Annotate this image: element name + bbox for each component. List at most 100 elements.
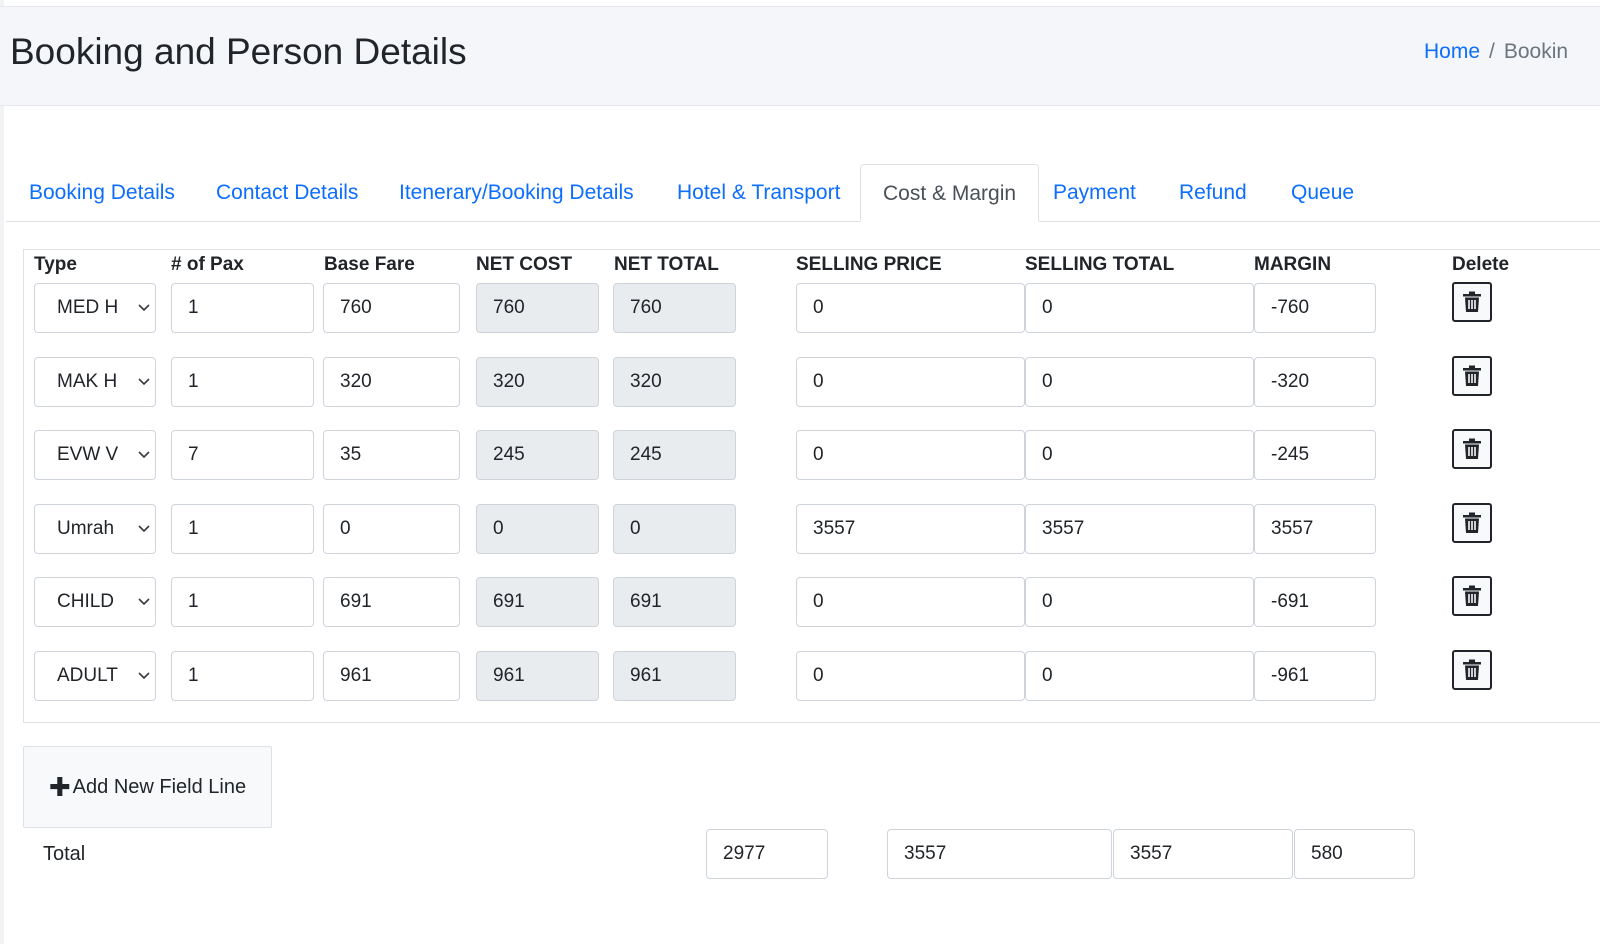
delete-row-button[interactable]	[1452, 649, 1492, 690]
breadcrumb: Home / Bookin	[1424, 40, 1568, 64]
net-cost-field[interactable]	[476, 356, 599, 407]
type-select[interactable]: MED H	[34, 283, 156, 333]
pax-field[interactable]	[171, 503, 314, 554]
selling-total-field[interactable]	[1025, 430, 1254, 480]
margin-field[interactable]	[1254, 356, 1376, 407]
tab-refund[interactable]: Refund	[1179, 164, 1247, 221]
tab-contact-details[interactable]: Contact Details	[216, 164, 358, 221]
net-cost-field[interactable]	[476, 283, 599, 333]
chevron-down-icon	[138, 377, 150, 385]
type-select[interactable]: MAK H	[34, 356, 156, 407]
pax-field[interactable]	[171, 650, 314, 701]
type-select[interactable]: ADULT	[34, 650, 156, 701]
tab-cost-margin[interactable]: Cost & Margin	[860, 164, 1040, 222]
column-header-type: Type	[34, 254, 77, 275]
selling-price-field[interactable]	[796, 356, 1025, 407]
selling-price-field[interactable]	[796, 430, 1025, 480]
selling-price-field[interactable]	[796, 503, 1025, 554]
type-select[interactable]: Umrah	[34, 503, 156, 554]
selling-price-field[interactable]	[796, 650, 1025, 701]
chevron-down-icon	[138, 304, 150, 312]
selling-total-field[interactable]	[1025, 356, 1254, 407]
column-header-margin: MARGIN	[1254, 254, 1332, 275]
total-selling-total-field[interactable]	[1113, 829, 1293, 879]
total-label: Total	[43, 843, 86, 865]
margin-field[interactable]	[1254, 577, 1376, 627]
delete-row-button[interactable]	[1452, 355, 1492, 396]
base-fare-field[interactable]	[323, 650, 460, 701]
delete-row-button[interactable]	[1452, 429, 1492, 469]
selling-total-field[interactable]	[1025, 503, 1254, 554]
trash-icon	[1463, 365, 1481, 386]
type-select-value: CHILD	[57, 591, 115, 612]
breadcrumb-current: Bookin	[1503, 40, 1569, 63]
chevron-down-icon	[138, 598, 150, 606]
breadcrumb-separator: /	[1489, 40, 1495, 63]
chevron-down-icon	[138, 524, 150, 532]
left-rail	[0, 0, 4, 944]
net-cost-field[interactable]	[476, 503, 599, 554]
delete-row-button[interactable]	[1452, 282, 1492, 322]
tab-bar: Booking Details Contact Details Itenerar…	[6, 164, 1600, 222]
column-header-selling-total: SELLING TOTAL	[1025, 254, 1175, 275]
selling-total-field[interactable]	[1025, 577, 1254, 627]
tab-queue[interactable]: Queue	[1291, 164, 1354, 221]
net-total-field[interactable]	[613, 503, 736, 554]
margin-field[interactable]	[1254, 650, 1376, 701]
trash-icon	[1463, 438, 1481, 459]
page-title: Booking and Person Details	[10, 31, 467, 72]
base-fare-field[interactable]	[323, 430, 460, 480]
base-fare-field[interactable]	[323, 356, 460, 407]
pax-field[interactable]	[171, 430, 314, 480]
pax-field[interactable]	[171, 577, 314, 627]
type-select[interactable]: CHILD	[34, 577, 156, 627]
selling-total-field[interactable]	[1025, 650, 1254, 701]
net-cost-field[interactable]	[476, 650, 599, 701]
breadcrumb-home-link[interactable]: Home	[1424, 40, 1480, 63]
column-header-base-fare: Base Fare	[324, 254, 415, 275]
delete-row-button[interactable]	[1452, 576, 1492, 616]
column-header-selling-price: SELLING PRICE	[796, 254, 942, 275]
type-select[interactable]: EVW Vi	[34, 430, 156, 480]
add-new-field-line-button[interactable]: ✚ Add New Field Line	[23, 746, 272, 828]
total-margin-field[interactable]	[1294, 829, 1415, 879]
margin-field[interactable]	[1254, 430, 1376, 480]
margin-field[interactable]	[1254, 283, 1376, 333]
net-cost-field[interactable]	[476, 430, 599, 480]
selling-total-field[interactable]	[1025, 283, 1254, 333]
selling-price-field[interactable]	[796, 577, 1025, 627]
plus-icon: ✚	[48, 772, 71, 802]
base-fare-field[interactable]	[323, 503, 460, 554]
type-select-value: EVW Vi	[57, 444, 119, 465]
total-selling-price-field[interactable]	[887, 829, 1112, 879]
net-cost-field[interactable]	[476, 577, 599, 627]
net-total-field[interactable]	[613, 577, 736, 627]
tab-hotel-transport[interactable]: Hotel & Transport	[677, 164, 840, 221]
column-header-delete: Delete	[1452, 254, 1510, 275]
net-total-field[interactable]	[613, 650, 736, 701]
net-total-field[interactable]	[613, 430, 736, 480]
selling-price-field[interactable]	[796, 283, 1025, 333]
pax-field[interactable]	[171, 356, 314, 407]
chevron-down-icon	[138, 671, 150, 679]
type-select-value: MAK H	[57, 370, 118, 392]
type-select-value: Umrah	[57, 517, 115, 539]
tab-itenerary-booking-details[interactable]: Itenerary/Booking Details	[399, 164, 634, 221]
trash-icon	[1463, 512, 1481, 533]
pax-field[interactable]	[171, 283, 314, 333]
net-total-field[interactable]	[613, 356, 736, 407]
column-header-net-cost: NET COST	[476, 254, 573, 275]
type-select-value: MED H	[57, 297, 119, 318]
margin-field[interactable]	[1254, 503, 1376, 554]
tab-booking-details[interactable]: Booking Details	[29, 164, 175, 221]
type-select-value: ADULT	[57, 664, 118, 686]
base-fare-field[interactable]	[323, 283, 460, 333]
tab-payment[interactable]: Payment	[1053, 164, 1136, 221]
total-net-total-field[interactable]	[706, 829, 828, 879]
trash-icon	[1463, 585, 1481, 606]
delete-row-button[interactable]	[1452, 502, 1492, 543]
column-header-net-total: NET TOTAL	[614, 254, 719, 275]
base-fare-field[interactable]	[323, 577, 460, 627]
content-header: Booking and Person Details Home / Bookin	[0, 6, 1600, 106]
net-total-field[interactable]	[613, 283, 736, 333]
